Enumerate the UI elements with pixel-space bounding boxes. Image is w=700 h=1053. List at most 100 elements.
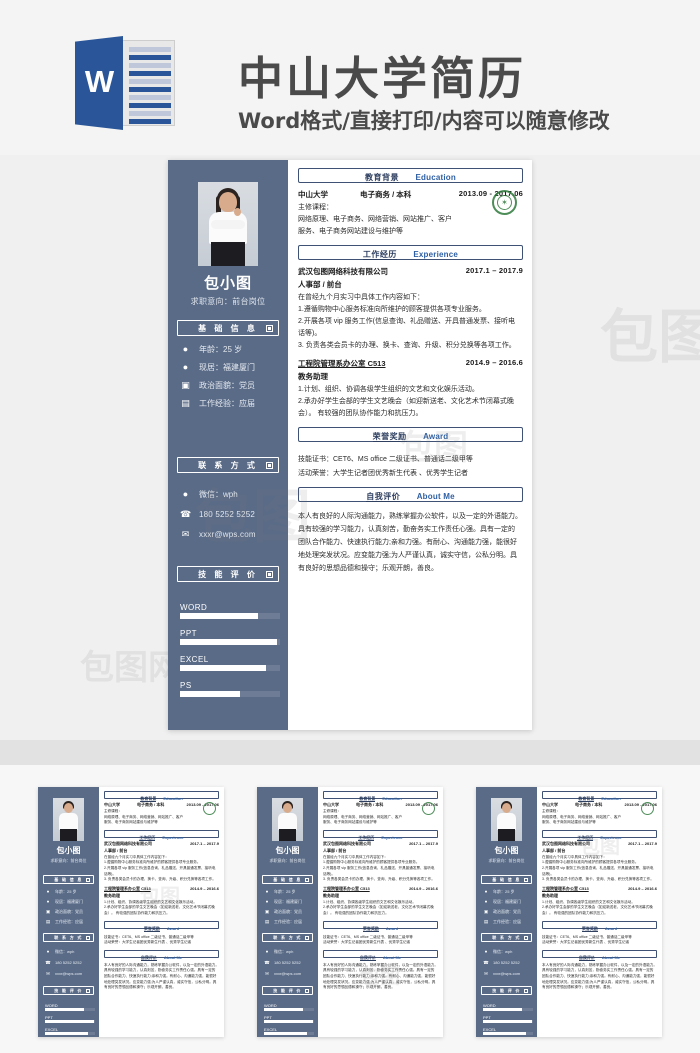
thumb-contact-text: xxxr@wps.com [274, 971, 302, 976]
thumb-line: 服务、电子商务网站建设与维护等 [542, 820, 596, 825]
thumb-skill-fill [264, 1032, 307, 1035]
calendar-icon: ▤ [264, 919, 270, 924]
job-dates: 2017.1 – 2017.9 [465, 266, 523, 275]
thumb-skill: PPT [483, 1015, 533, 1023]
job-line: 2.承办好学生会部的学生文艺晚会（如迎新送老、文化艺术节闭幕式晚 [298, 398, 514, 405]
job-line: 话等)。 [298, 330, 322, 337]
info-row-text: 政治面貌：党员 [199, 381, 255, 390]
thumb-section-education: 教育背景 Education 中山大学 电子商务 / 本科 2013.09 - 201… [104, 791, 219, 826]
resume-page[interactable]: 包小图 求职意向：前台岗位 基 础 信 息 ● 年龄：25 岁 ● 现居：福建厦… [168, 160, 532, 730]
thumb-line: 服务、电子商务网站建设与维护等 [104, 820, 158, 825]
word-document-icon: W [75, 36, 190, 130]
thumb-company: 工程院管理系办公室 C513 [104, 885, 151, 891]
education-major: 电子商务 / 本科 [360, 190, 412, 199]
thumb-info-text: 现居：福建厦门 [493, 899, 521, 904]
thumb-line: 会）。 有较强的团队协作能力和抗压力。 [104, 910, 170, 915]
thumb-skill-fill [264, 1008, 303, 1011]
thumb-skill-fill [45, 1008, 84, 1011]
email-icon: ✉ [181, 529, 190, 539]
thumb-info-text: 政治面貌：党员 [55, 909, 83, 914]
thumb-info-text: 政治面貌：党员 [274, 909, 302, 914]
thumb-line: 活动荣誉：大学生记者团优秀新生代表 、优秀学生记者 [323, 940, 411, 945]
section-about-me: 自我评价 About Me 本人有良好的人际沟通能力，熟练掌握办公软件，以及一定… [298, 487, 523, 575]
person-icon: ● [484, 889, 488, 894]
experience-job-1: 武汉包图网络科技有限公司 2017.1 – 2017.9 人事部 / 前台 在曾… [298, 266, 523, 351]
page-header: W 中山大学简历 Word格式/直接打印/内容可以随意修改 [0, 0, 700, 155]
thumb-line: 团队合作能力、快速执行能力;亲和力强。有耐心、沟通能力强，能很好 [104, 973, 217, 978]
skill-fill [180, 665, 266, 671]
thumb-section-about: 自我评价 About Me 本人有良好的人际沟通能力，熟练掌握办公软件，以及一定的… [542, 949, 657, 991]
square-icon [86, 878, 90, 882]
square-icon [86, 989, 90, 993]
thumb-line: 服务、电子商务网站建设与维护等 [323, 820, 377, 825]
thumb-company: 工程院管理系办公室 C513 [542, 885, 589, 891]
thumb-sidebar: 包小图 求职意向：前台岗位 基 础 信 息 ● 年龄：25 岁 ● 现居：福建厦门 … [38, 787, 99, 1037]
award-line: 活动荣誉：大学生记者团优秀新生代表 、优秀学生记者 [298, 470, 468, 477]
job-line: 1.遵循购物中心服务标准向所维护的顾客提供各项专业服务。 [298, 306, 486, 313]
thumb-line: 3. 负责各类会员卡的办理、换卡、查询、升级、积分兑换等各项工作。 [323, 877, 435, 882]
square-icon [524, 878, 528, 882]
section-title-en: Education [415, 173, 456, 182]
section-title-en: Experience [413, 250, 459, 259]
official-seal-icon [422, 802, 435, 815]
thumb-name: 包小图 [56, 846, 81, 855]
thumb-objective: 求职意向：前台岗位 [269, 858, 306, 863]
section-title-en: Award [423, 432, 449, 441]
resume-preview-1[interactable]: 包小图 求职意向：前台岗位 基 础 信 息 ● 年龄：25 岁 ● 现居：福建厦门 … [38, 787, 224, 1037]
wechat-icon: ● [265, 949, 269, 954]
skill-label: WORD [180, 603, 208, 612]
thumb-sec-en: About Me [382, 954, 402, 960]
education-entry-header: 中山大学 电子商务 / 本科 2013.09 - 2017.06 [298, 189, 523, 200]
thumb-skill: PPT [264, 1015, 314, 1023]
thumb-line: 有良好的思想品德和操守；乐观开朗，善良。 [104, 985, 176, 990]
badge-icon: ▣ [181, 380, 190, 390]
courses-line: 网络原理、电子商务、网络营销、网站推广、客户 [298, 216, 452, 223]
section-title-zh: 教育背景 [365, 173, 400, 183]
thumb-skill: WORD [483, 1003, 533, 1011]
thumb-name: 包小图 [494, 846, 519, 855]
thumb-contact-text: 微信：wph [55, 949, 75, 954]
section-title-zh: 荣誉奖励 [372, 432, 407, 442]
thumb-sidebar: 包小图 求职意向：前台岗位 基 础 信 息 ● 年龄：25 岁 ● 现居：福建厦门 … [257, 787, 318, 1037]
award-body: 技能证书：CET6、MS office 二级证书、普通话二级甲等 活动荣誉：大学… [298, 448, 523, 479]
thumb-sec-en: Experience [381, 834, 403, 840]
square-icon [266, 325, 273, 332]
thumb-line: 团队合作能力、快速执行能力;亲和力强。有耐心、沟通能力强，能很好 [323, 973, 436, 978]
resume-preview-2[interactable]: 包小图 求职意向：前台岗位 基 础 信 息 ● 年龄：25 岁 ● 现居：福建厦门 … [257, 787, 443, 1037]
official-seal-icon [203, 802, 216, 815]
thumb-major: 电子商务 / 本科 [356, 802, 384, 807]
section-header-education: 教育背景 Education [298, 168, 523, 183]
info-row-text: 年龄：25 岁 [199, 345, 243, 354]
thumb-section-award: 荣誉奖励 Award 技能证书：CET6、MS office 二级证书、普通话二级… [104, 920, 219, 946]
contact-row-phone: ☎ 180 5252 5252 [180, 507, 284, 523]
wechat-icon: ● [182, 489, 189, 499]
thumb-info-text: 年龄：25 岁 [274, 889, 296, 894]
sidebar-section-skills: 技 能 评 价 [177, 566, 279, 582]
contact-row-text: 微信：wph [199, 490, 238, 499]
skill-fill [180, 613, 258, 619]
thumb-section-skills: 技 能 评 价 [262, 986, 313, 995]
thumb-line: 活动荣誉：大学生记者团优秀新生代表 、优秀学生记者 [104, 940, 192, 945]
resume-preview-3[interactable]: 包小图 求职意向：前台岗位 基 础 信 息 ● 年龄：25 岁 ● 现居：福建厦门 … [476, 787, 662, 1037]
resume-sidebar: 包小图 求职意向：前台岗位 基 础 信 息 ● 年龄：25 岁 ● 现居：福建厦… [168, 160, 288, 730]
thumb-dates: 2014.9 – 2016.6 [190, 885, 219, 891]
sidebar-section-label: 技 能 评 价 [198, 570, 258, 579]
about-line: 地处理突发状况。应变能力强;为人严谨认真，诚实守信，公私分明。具 [298, 552, 517, 559]
thumb-section-label: 联 系 方 式 [54, 935, 83, 940]
wechat-icon: ● [484, 949, 488, 954]
resume-content: 教育背景 Education 中山大学 电子商务 / 本科 2013.09 - … [288, 160, 532, 730]
thumb-sec-en: Education [163, 796, 183, 801]
thumb-objective: 求职意向：前台岗位 [50, 858, 87, 863]
thumb-sec-zh: 自我评价 [359, 954, 376, 961]
thumb-contact-text: 180 5252 5252 [274, 960, 301, 965]
thumb-sec-zh: 自我评价 [578, 954, 595, 961]
skill-word: WORD [180, 603, 280, 619]
contact-row-email: ✉ xxxr@wps.com [180, 527, 284, 543]
location-icon: ● [484, 899, 488, 904]
section-header-award: 荣誉奖励 Award [298, 427, 523, 442]
section-experience: 工作经历 Experience 武汉包图网络科技有限公司 2017.1 – 20… [298, 245, 523, 419]
section-award: 荣誉奖励 Award 技能证书：CET6、MS office 二级证书、普通话二… [298, 427, 523, 479]
thumb-skill-fill [483, 1020, 532, 1023]
official-seal-icon [641, 802, 654, 815]
thumb-skill-fill [483, 1032, 526, 1035]
